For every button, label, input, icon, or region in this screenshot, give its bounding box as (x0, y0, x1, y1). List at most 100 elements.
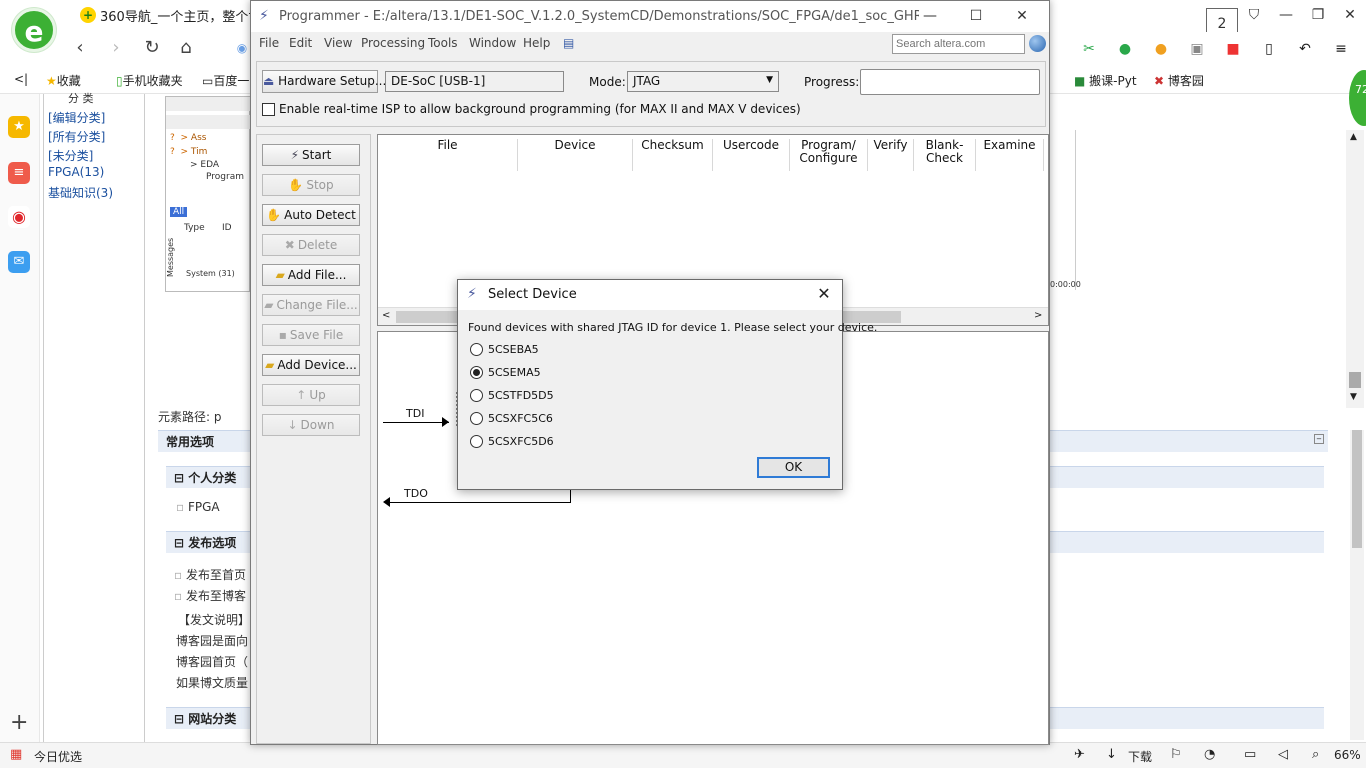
sidebar-toggle-icon[interactable]: <| (14, 72, 28, 86)
menu-edit[interactable]: Edit (289, 36, 312, 50)
restore-icon[interactable]: ❐ (1302, 0, 1334, 30)
column-checksum[interactable]: Checksum (633, 139, 713, 171)
globe-icon[interactable] (1029, 35, 1046, 52)
category-basics[interactable]: 基础知识(3) (48, 184, 113, 201)
maximize-icon[interactable]: ☐ (953, 3, 999, 29)
dialog-close-icon[interactable]: ✕ (814, 284, 834, 303)
publish-home-option[interactable]: ▫ 发布至首页 (174, 566, 246, 583)
scroll-down-icon[interactable]: ▼ (1350, 392, 1357, 402)
scroll-up-icon[interactable]: ▲ (1350, 132, 1357, 142)
bookmark-mobile[interactable]: ▯手机收藏夹 (116, 72, 183, 89)
change-file-button[interactable]: ▰ Change File... (262, 294, 360, 316)
isp-checkbox[interactable] (262, 103, 275, 116)
menu-icon[interactable]: ≡ (1326, 38, 1356, 60)
radio-5cseba5[interactable] (470, 343, 483, 356)
phone-icon[interactable]: ▯ (1254, 38, 1284, 60)
publish-blog-option[interactable]: ▫ 发布至博客 (174, 587, 246, 604)
radio-5csxfc5c6[interactable] (470, 412, 483, 425)
scroll-left-icon[interactable]: < (382, 310, 390, 321)
coupon-icon[interactable]: ● (1146, 38, 1176, 60)
download-label[interactable]: 下载 (1128, 748, 1152, 765)
category-all[interactable]: [所有分类] (48, 128, 105, 145)
column-examine[interactable]: Examine (976, 139, 1044, 171)
scroll-thumb-lower[interactable] (1352, 430, 1362, 548)
option-label-5csema5[interactable]: 5CSEMA5 (488, 366, 541, 379)
delete-button[interactable]: ✖ Delete (262, 234, 360, 256)
add-file-button[interactable]: ▰ Add File... (262, 264, 360, 286)
back-icon[interactable]: ‹ (68, 38, 92, 60)
menu-file[interactable]: File (259, 36, 279, 50)
bookmark-favorites[interactable]: ★收藏 (46, 72, 81, 89)
radio-5csema5[interactable] (470, 366, 483, 379)
bookmark-baidu[interactable]: ▭百度一 (202, 72, 249, 89)
mail-rail-icon[interactable]: ✉ (8, 251, 30, 273)
weibo-rail-icon[interactable]: ◉ (8, 206, 30, 228)
hardware-setup-button[interactable]: ⏏ Hardware Setup... (262, 70, 386, 93)
notes-rail-icon[interactable]: ≡ (8, 162, 30, 184)
down-button[interactable]: ↓ Down (262, 414, 360, 436)
scroll-right-icon[interactable]: > (1034, 310, 1042, 321)
close-icon[interactable]: ✕ (1334, 0, 1366, 30)
mode-select[interactable]: JTAG ▼ (627, 71, 779, 92)
sound-icon[interactable]: ◁ (1278, 747, 1288, 762)
flag-icon[interactable]: ⚐ (1170, 747, 1182, 762)
today-picks[interactable]: 今日优选 (34, 748, 82, 765)
column-verify[interactable]: Verify (868, 139, 914, 171)
menu-tools[interactable]: Tools (428, 36, 458, 50)
window-icon[interactable]: ▭ (1244, 747, 1256, 762)
option-label-5csxfc5c6[interactable]: 5CSXFC5C6 (488, 412, 553, 425)
undo-icon[interactable]: ↶ (1290, 38, 1320, 60)
category-edit[interactable]: [编辑分类] (48, 109, 105, 126)
column-device[interactable]: Device (518, 139, 633, 171)
column-program-configure[interactable]: Program/ Configure (790, 139, 868, 171)
tools-icon[interactable]: ✈ (1074, 747, 1085, 762)
option-label-5cseba5[interactable]: 5CSEBA5 (488, 343, 539, 356)
menu-processing[interactable]: Processing (361, 36, 425, 50)
forward-icon[interactable]: › (104, 38, 128, 60)
page-scrollbar-upper[interactable]: ▲ ▼ (1346, 130, 1364, 408)
zoom-level[interactable]: 66% (1334, 748, 1361, 762)
image-icon[interactable]: ▣ (1182, 38, 1212, 60)
radio-5csxfc5d6[interactable] (470, 435, 483, 448)
bookmark-course[interactable]: ■ 搬课-Pyt (1074, 72, 1137, 89)
start-button[interactable]: ⚡ Start (262, 144, 360, 166)
column-file[interactable]: File (378, 139, 518, 171)
apps-icon[interactable]: ■ (1218, 38, 1248, 60)
collapse-icon[interactable]: − (1314, 434, 1324, 444)
page-scrollbar-lower[interactable] (1350, 430, 1364, 740)
scroll-thumb[interactable] (1349, 372, 1361, 388)
close-icon[interactable]: ✕ (999, 3, 1045, 29)
browser-tab-title[interactable]: 360导航_一个主页，整个世界 (100, 6, 250, 25)
zoom-icon[interactable]: ⌕ (1312, 747, 1319, 762)
favorites-rail-icon[interactable]: ★ (8, 116, 30, 138)
scissors-icon[interactable]: ✂ (1074, 38, 1104, 60)
option-label-5csxfc5d6[interactable]: 5CSXFC5D6 (488, 435, 554, 448)
category-fpga[interactable]: FPGA(13) (48, 165, 104, 179)
menu-window[interactable]: Window (469, 36, 516, 50)
fpga-category-option[interactable]: ▫ FPGA (176, 500, 220, 514)
search-altera-input[interactable] (892, 34, 1025, 54)
reload-icon[interactable]: ↻ (140, 38, 164, 60)
translate-icon[interactable]: ● (1110, 38, 1140, 60)
add-icon[interactable]: + (10, 710, 28, 735)
browser-logo[interactable]: e (12, 8, 56, 52)
stop-button[interactable]: ✋ Stop (262, 174, 360, 196)
up-button[interactable]: ↑ Up (262, 384, 360, 406)
auto-detect-button[interactable]: ✋ Auto Detect (262, 204, 360, 226)
column-usercode[interactable]: Usercode (713, 139, 790, 171)
save-file-button[interactable]: ▪ Save File (262, 324, 360, 346)
speed-icon[interactable]: ◔ (1204, 747, 1215, 762)
column-blank-check[interactable]: Blank- Check (914, 139, 976, 171)
help-chat-icon[interactable]: ▤ (563, 36, 574, 50)
menu-help[interactable]: Help (523, 36, 550, 50)
option-label-5cstfd5d5[interactable]: 5CSTFD5D5 (488, 389, 554, 402)
minimize-icon[interactable]: — (1270, 0, 1302, 30)
home-icon[interactable]: ⌂ (174, 38, 198, 60)
category-uncategorized[interactable]: [未分类] (48, 147, 93, 164)
shirt-icon[interactable]: ⛉ (1238, 0, 1270, 30)
tab-count-icon[interactable]: 2 (1206, 0, 1238, 38)
download-icon[interactable]: ↓ (1106, 747, 1117, 762)
radio-5cstfd5d5[interactable] (470, 389, 483, 402)
menu-view[interactable]: View (324, 36, 352, 50)
bookmark-cnblogs[interactable]: ✖ 博客园 (1154, 72, 1204, 89)
